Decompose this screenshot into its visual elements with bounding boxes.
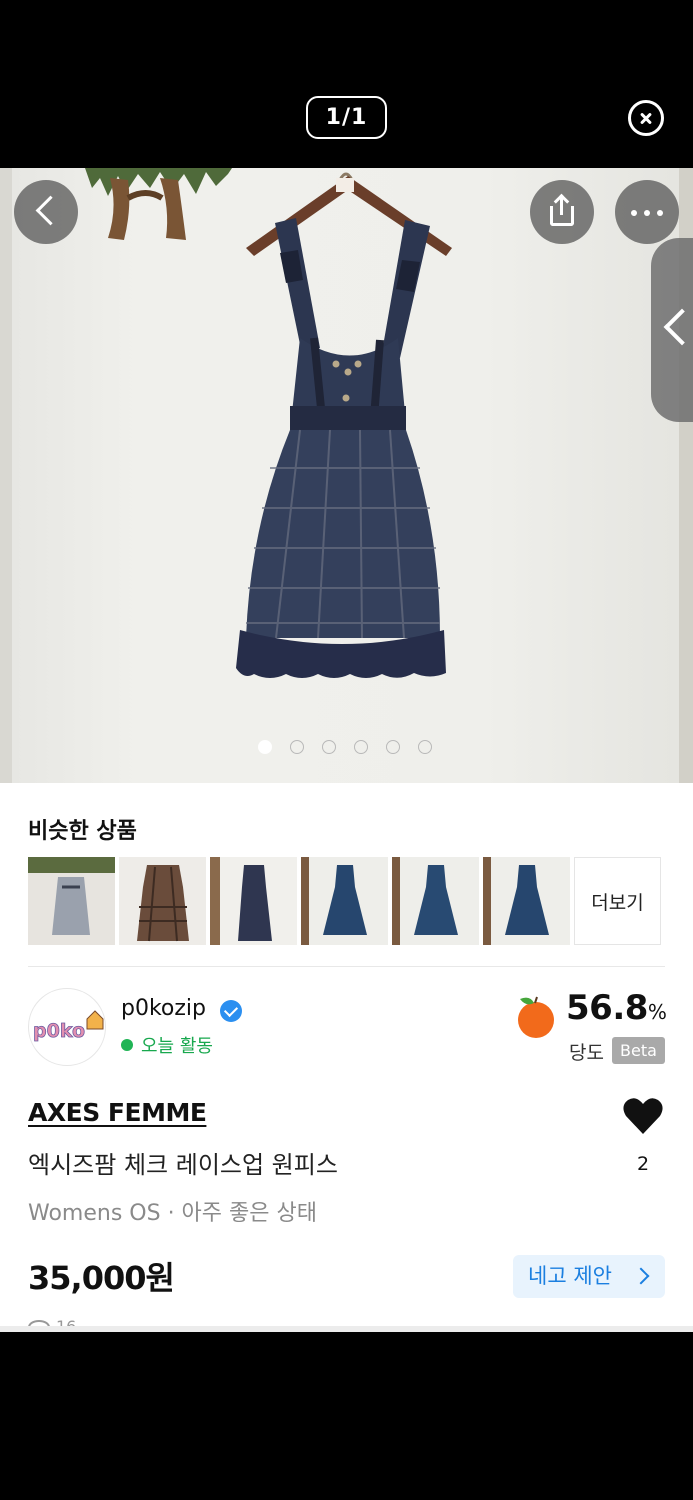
sweetness-label: 당도 xyxy=(569,1042,604,1064)
similar-item-thumbnail[interactable] xyxy=(119,857,206,945)
heart-icon[interactable] xyxy=(622,1096,664,1136)
side-panel-handle[interactable] xyxy=(651,238,693,422)
chevron-right-icon xyxy=(632,1267,650,1285)
similar-items-title: 비슷한 상품 xyxy=(28,819,137,844)
sweetness-score: 56.8% xyxy=(566,988,667,1028)
divider xyxy=(28,966,665,967)
seller-avatar[interactable]: p0ko xyxy=(28,988,106,1066)
view-count-value: 16 xyxy=(56,1317,76,1326)
share-button[interactable] xyxy=(530,180,594,244)
similar-item-thumbnail[interactable] xyxy=(28,857,115,945)
view-count: 16 xyxy=(28,1317,76,1326)
see-more-button[interactable]: 더보기 xyxy=(574,857,661,945)
active-status-dot xyxy=(121,1039,133,1051)
like-count: 2 xyxy=(636,1153,650,1175)
beta-badge: Beta xyxy=(612,1037,665,1064)
similar-item-thumbnail[interactable] xyxy=(301,857,388,945)
product-detail-sheet: 비슷한 상품 더보기 p0ko p0kozip 오늘 활동 56.8% 당도 B… xyxy=(0,783,693,1326)
svg-text:p0ko: p0ko xyxy=(33,1020,85,1042)
verified-badge-icon xyxy=(220,1000,242,1022)
pagination-dot[interactable] xyxy=(386,740,400,754)
bottom-divider xyxy=(0,1326,693,1332)
image-counter: 1/1 xyxy=(306,96,387,139)
similar-item-thumbnail[interactable] xyxy=(210,857,297,945)
close-icon[interactable] xyxy=(628,100,664,136)
seller-activity-status: 오늘 활동 xyxy=(141,1036,213,1057)
make-offer-button[interactable]: 네고 제안 xyxy=(513,1255,665,1298)
similar-item-thumbnail[interactable] xyxy=(483,857,570,945)
similar-items-list: 더보기 xyxy=(28,857,661,945)
viewer-top-bar: 1/1 xyxy=(0,0,693,168)
similar-item-thumbnail[interactable] xyxy=(392,857,479,945)
back-button[interactable] xyxy=(14,180,78,244)
wall-decor xyxy=(85,168,232,240)
brand-name[interactable]: AXES FEMME xyxy=(28,1098,207,1127)
pagination-dot[interactable] xyxy=(418,740,432,754)
product-size-condition: Womens OS · 아주 좋은 상태 xyxy=(28,1201,317,1226)
pagination-dot[interactable] xyxy=(354,740,368,754)
pagination-dot[interactable] xyxy=(258,740,272,754)
pagination-dot[interactable] xyxy=(290,740,304,754)
seller-logo: p0ko xyxy=(33,1010,104,1042)
product-price: 35,000원 xyxy=(28,1259,175,1297)
seller-name[interactable]: p0kozip xyxy=(121,996,206,1021)
orange-fruit-icon xyxy=(518,996,554,1038)
dress-photo xyxy=(85,168,452,678)
image-pagination-dots xyxy=(258,740,432,754)
sweetness-unit: % xyxy=(647,1000,667,1024)
sweetness-value: 56.8 xyxy=(566,988,648,1028)
product-image[interactable] xyxy=(0,168,693,783)
make-offer-label: 네고 제안 xyxy=(528,1264,612,1288)
more-options-button[interactable] xyxy=(615,180,679,244)
pagination-dot[interactable] xyxy=(322,740,336,754)
product-title: 엑시즈팜 체크 레이스업 원피스 xyxy=(28,1151,338,1179)
